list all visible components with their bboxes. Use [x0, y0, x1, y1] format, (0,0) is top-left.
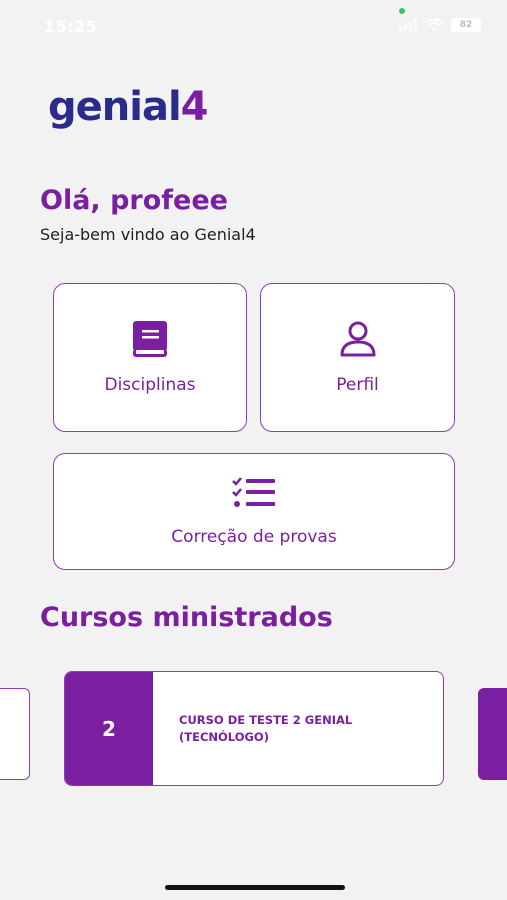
perfil-button[interactable]: Perfil [260, 283, 455, 432]
correcao-de-provas-button[interactable]: Correção de provas [53, 453, 455, 570]
disciplinas-label: Disciplinas [104, 374, 196, 395]
status-time: 15:25 [44, 17, 98, 36]
logo-text: genial [48, 84, 182, 130]
greeting-title: Olá, profeee [40, 185, 228, 216]
status-icons: 82 [399, 18, 481, 32]
welcome-subtitle: Seja-bem vindo ao Genial4 [40, 225, 256, 244]
genial4-logo: genial4 [48, 84, 208, 130]
course-name: CURSO DE TESTE 2 GENIAL (TECNÓLOGO) [179, 712, 353, 744]
camera-indicator-dot [399, 8, 405, 14]
signal-icon [399, 19, 417, 31]
battery-icon: 82 [451, 18, 481, 32]
courses-section-title: Cursos ministrados [40, 602, 333, 633]
course-card-next[interactable] [478, 688, 507, 780]
checklist-icon [232, 476, 276, 513]
logo-accent: 4 [180, 84, 209, 130]
course-number: 2 [65, 672, 153, 785]
perfil-label: Perfil [336, 374, 379, 395]
correcao-label: Correção de provas [171, 526, 337, 547]
user-icon [339, 321, 377, 361]
course-card-previous[interactable] [0, 688, 30, 780]
status-bar: 15:25 82 [0, 0, 507, 52]
wifi-icon [425, 18, 443, 32]
book-icon [131, 320, 169, 361]
home-indicator[interactable] [165, 885, 345, 890]
course-card[interactable]: 2 CURSO DE TESTE 2 GENIAL (TECNÓLOGO) [64, 671, 444, 786]
disciplinas-button[interactable]: Disciplinas [53, 283, 247, 432]
